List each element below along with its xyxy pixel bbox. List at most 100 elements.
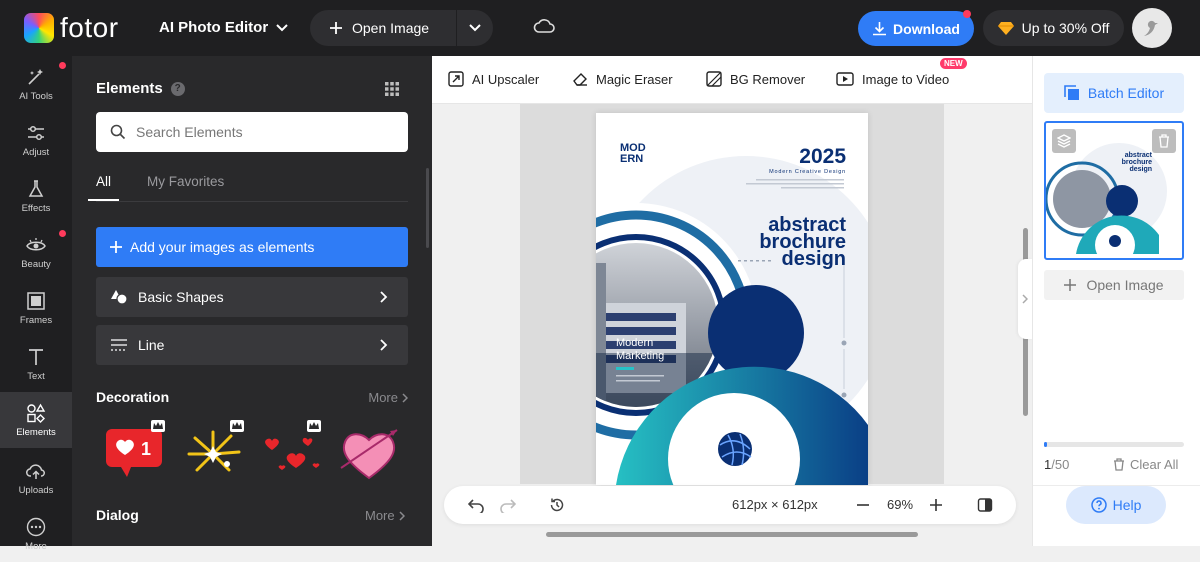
history-button[interactable] <box>549 497 565 513</box>
download-icon <box>873 22 887 36</box>
top-bar: fotor AI Photo Editor Open Image Downloa… <box>0 0 1200 56</box>
help-icon[interactable]: ? <box>170 81 185 96</box>
search-input[interactable] <box>136 124 396 140</box>
zoom-level[interactable]: 69% <box>887 497 913 512</box>
promo-button[interactable]: Up to 30% Off <box>983 10 1124 46</box>
nav-label: Adjust <box>22 146 50 158</box>
open-image-dropdown[interactable] <box>457 10 493 46</box>
image-to-video-tool[interactable]: Image to Video <box>836 71 949 87</box>
undo-button[interactable] <box>468 497 484 513</box>
hearts-sticker[interactable] <box>257 420 323 482</box>
nav-beauty[interactable]: Beauty <box>0 224 72 280</box>
chevron-right-icon <box>399 510 405 521</box>
sliders-icon <box>28 125 44 140</box>
tab-all[interactable]: All <box>88 174 120 201</box>
shapes-icon <box>111 290 128 305</box>
divider <box>96 201 408 202</box>
poster-year: 2025 <box>799 145 846 168</box>
cloud-icon[interactable] <box>533 17 555 38</box>
nav-uploads[interactable]: Uploads <box>0 450 72 506</box>
sparkle-sticker[interactable] <box>180 420 246 482</box>
compare-icon <box>977 498 993 512</box>
image-count-progress <box>1044 442 1184 447</box>
open-image-button[interactable]: Open Image <box>310 10 456 46</box>
chevron-down-icon <box>276 23 288 31</box>
plus-icon <box>330 22 342 34</box>
bg-remover-icon <box>706 71 722 87</box>
heart-like-icon <box>106 429 162 477</box>
download-button[interactable]: Download <box>858 11 974 46</box>
compare-button[interactable] <box>977 497 993 513</box>
batch-layers-icon <box>1064 85 1079 100</box>
nav-more[interactable]: More <box>0 506 72 562</box>
panel-title-text: Elements <box>96 80 163 97</box>
bg-remover-tool[interactable]: BG Remover <box>706 71 805 87</box>
nav-frames[interactable]: Frames <box>0 280 72 336</box>
nav-effects[interactable]: Effects <box>0 168 72 224</box>
nav-label: More <box>25 540 47 552</box>
zoom-in-button[interactable] <box>930 499 942 511</box>
layers-icon[interactable] <box>1052 129 1076 153</box>
open-image-label: Open Image <box>352 20 430 36</box>
frame-icon <box>27 291 45 310</box>
progress-fill <box>1044 442 1047 447</box>
nav-adjust[interactable]: Adjust <box>0 112 72 168</box>
decoration-more-link[interactable]: More <box>368 390 408 405</box>
panel-title: Elements ? <box>96 80 185 97</box>
plus-icon <box>930 499 942 511</box>
nav-label: Elements <box>16 426 56 438</box>
help-button[interactable]: Help <box>1066 486 1166 524</box>
text-icon <box>29 348 43 365</box>
expand-right-panel-handle[interactable] <box>1018 259 1032 339</box>
redo-icon <box>500 499 516 513</box>
poster-brand: MOD ERN <box>620 143 646 165</box>
clear-all-label: Clear All <box>1130 457 1179 472</box>
tool-label: Magic Eraser <box>596 71 673 87</box>
nav-label: Frames <box>19 314 53 326</box>
open-image-group: Open Image <box>310 10 493 46</box>
download-label: Download <box>893 20 960 37</box>
panel-scrollbar[interactable] <box>426 168 429 248</box>
clear-all-button[interactable]: Clear All <box>1113 457 1178 472</box>
magic-eraser-tool[interactable]: Magic Eraser <box>572 71 673 87</box>
pink-heart-sticker[interactable] <box>336 422 402 482</box>
trash-icon[interactable] <box>1152 129 1176 153</box>
add-images-button[interactable]: Add your images as elements <box>96 227 408 267</box>
avatar[interactable] <box>1132 8 1172 48</box>
heart-like-sticker[interactable]: 1 <box>101 420 167 482</box>
shapes-icon <box>27 403 46 423</box>
fotor-logo[interactable]: fotor <box>24 13 119 43</box>
redo-button[interactable] <box>500 497 516 513</box>
chevron-down-icon <box>469 24 481 32</box>
open-image-button-secondary[interactable]: Open Image <box>1044 270 1184 300</box>
undo-icon <box>468 499 484 513</box>
zoom-out-button[interactable] <box>857 504 869 506</box>
fotor-logo-mark <box>24 13 54 43</box>
dialog-more-link[interactable]: More <box>365 508 405 523</box>
canvas-dimensions[interactable]: 612px × 612px <box>732 497 818 512</box>
nav-elements[interactable]: Elements <box>0 392 72 448</box>
editor-mode-select[interactable]: AI Photo Editor <box>159 19 288 36</box>
nav-text[interactable]: Text <box>0 336 72 392</box>
nav-ai-tools[interactable]: AI Tools <box>0 56 72 112</box>
left-nav: AI Tools Adjust Effects Beauty Frames Te… <box>0 56 72 552</box>
thumbnail-headline: abstract <box>1125 152 1153 159</box>
bird-avatar-icon <box>1144 20 1158 36</box>
brochure-poster[interactable]: MOD ERN 2025 Modern Creative Design abst… <box>596 113 868 485</box>
batch-editor-button[interactable]: Batch Editor <box>1044 73 1184 113</box>
image-thumbnail[interactable]: abstract brochure design <box>1044 121 1184 260</box>
line-button[interactable]: Line <box>96 325 408 365</box>
dialog-title: Dialog <box>96 507 139 523</box>
line-label: Line <box>138 337 165 353</box>
caption-line: Modern <box>616 337 654 349</box>
canvas-horizontal-scrollbar[interactable] <box>546 532 918 537</box>
tool-label: Image to Video <box>862 71 950 87</box>
headline-line: design <box>781 248 846 270</box>
basic-shapes-button[interactable]: Basic Shapes <box>96 277 408 317</box>
grid-view-icon[interactable] <box>385 82 399 101</box>
tab-my-favorites[interactable]: My Favorites <box>147 174 224 201</box>
ai-upscaler-tool[interactable]: AI Upscaler <box>448 71 539 87</box>
notification-dot <box>59 230 66 237</box>
new-badge: NEW <box>940 58 967 69</box>
open-image-label: Open Image <box>1086 277 1164 293</box>
